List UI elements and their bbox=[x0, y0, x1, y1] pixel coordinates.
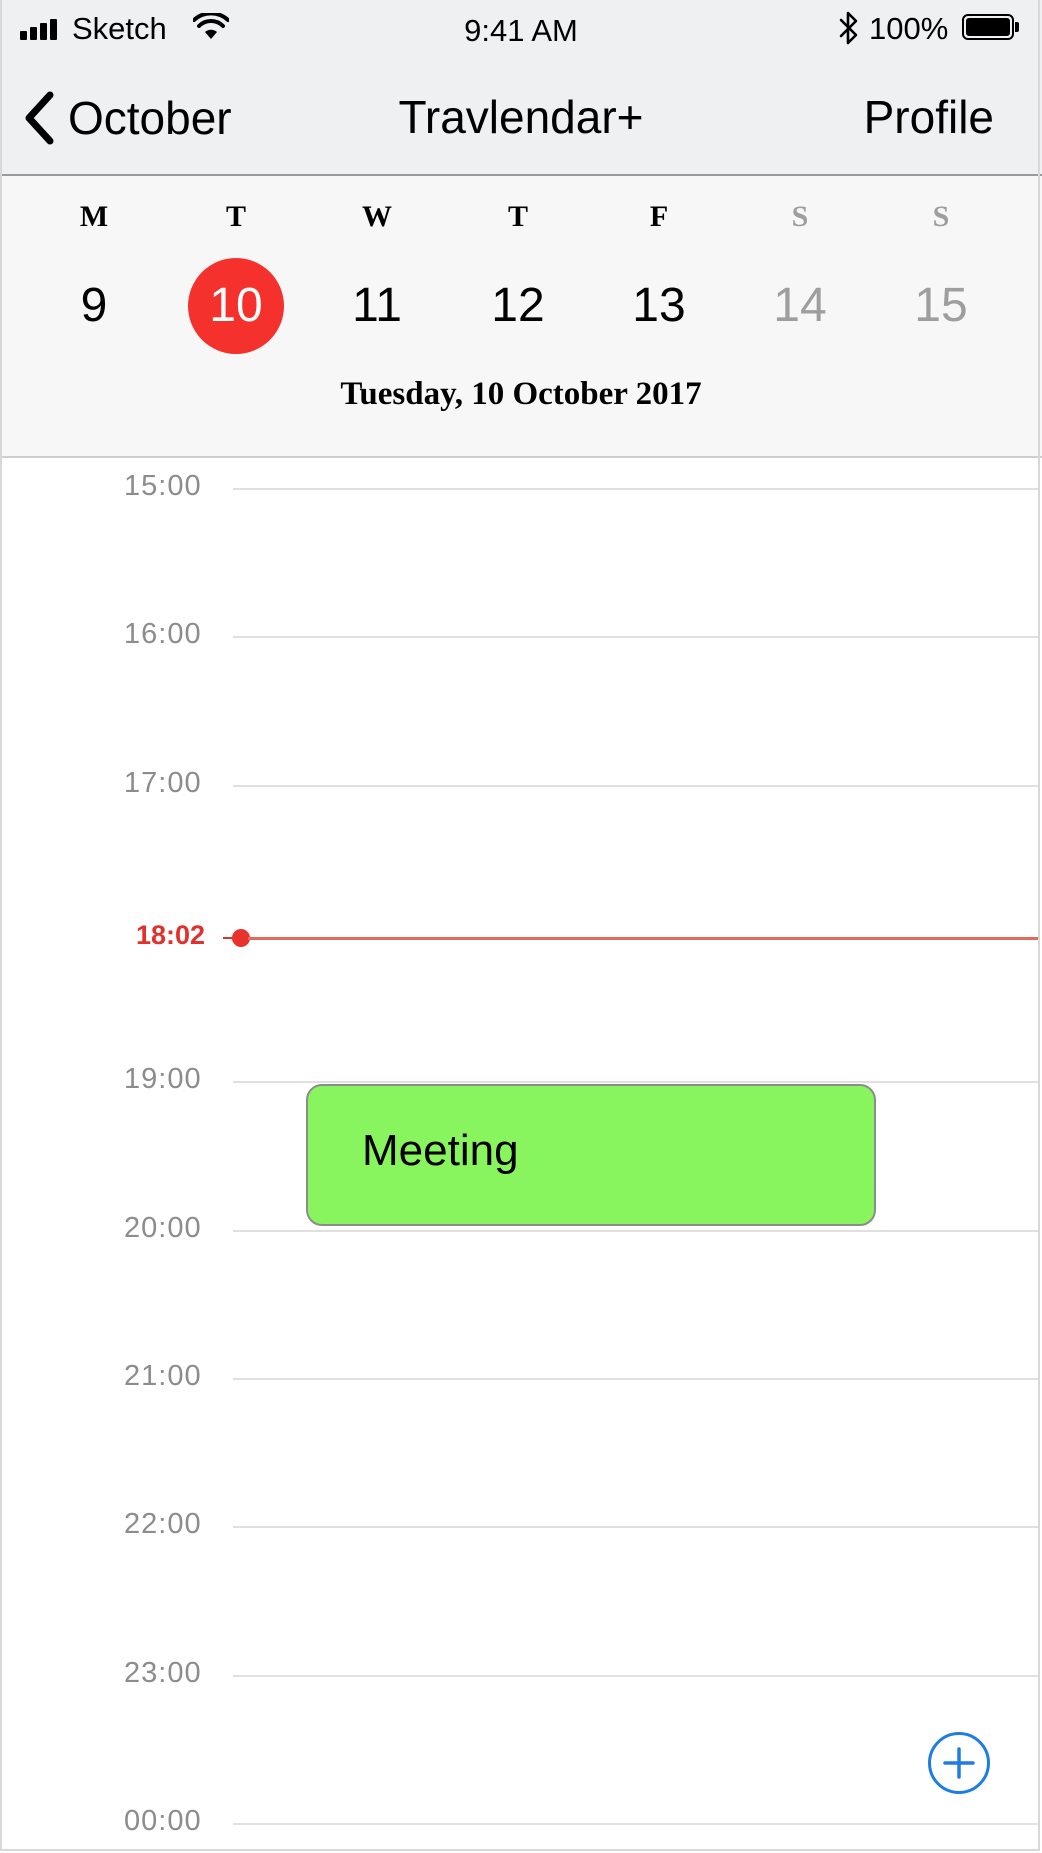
navigation-bar: October Travlendar+ Profile bbox=[0, 60, 1042, 176]
day-letter: F bbox=[649, 200, 669, 233]
day-monday[interactable]: M 9 bbox=[34, 176, 154, 376]
hour-label: 22:00 bbox=[124, 1508, 202, 1540]
plus-icon bbox=[943, 1747, 975, 1779]
day-saturday[interactable]: S 14 bbox=[740, 176, 860, 376]
selected-date-heading: Tuesday, 10 October 2017 bbox=[340, 376, 702, 412]
day-letter: W bbox=[362, 200, 392, 233]
hour-gridline bbox=[233, 785, 1040, 787]
day-letter: S bbox=[791, 200, 809, 233]
hour-gridline bbox=[233, 1675, 1040, 1677]
hour-label: 15:00 bbox=[124, 470, 202, 502]
hour-label: 23:00 bbox=[124, 1657, 202, 1689]
day-thursday[interactable]: T 12 bbox=[458, 176, 578, 376]
hour-gridline bbox=[233, 1081, 1040, 1083]
add-event-button[interactable] bbox=[928, 1732, 990, 1794]
hour-gridline bbox=[233, 1230, 1040, 1232]
hour-label: 00:00 bbox=[124, 1805, 202, 1837]
event-meeting[interactable]: Meeting bbox=[306, 1084, 876, 1226]
hour-gridline bbox=[233, 488, 1040, 490]
hour-label: 17:00 bbox=[124, 767, 202, 799]
day-timeline[interactable]: 15:00 16:00 17:00 18:02 19:00 20:00 21:0… bbox=[0, 458, 1042, 1853]
hour-label: 21:00 bbox=[124, 1360, 202, 1392]
day-number: 9 bbox=[80, 279, 108, 332]
current-time-line bbox=[248, 937, 1040, 940]
hour-gridline bbox=[233, 1823, 1040, 1825]
day-letter: T bbox=[507, 200, 528, 233]
day-number: 11 bbox=[352, 279, 402, 332]
hour-label: 20:00 bbox=[124, 1212, 202, 1244]
day-letter: S bbox=[932, 200, 950, 233]
current-time-label: 18:02 bbox=[136, 920, 206, 950]
hour-label: 16:00 bbox=[124, 618, 202, 650]
day-friday[interactable]: F 13 bbox=[599, 176, 719, 376]
day-sunday[interactable]: S 15 bbox=[881, 176, 1001, 376]
week-strip: M 9 T 10 W 11 T 12 F 13 S 14 S 15 Tuesda… bbox=[0, 176, 1042, 458]
bluetooth-icon bbox=[839, 11, 858, 45]
day-tuesday[interactable]: T 10 bbox=[176, 176, 296, 376]
event-title: Meeting bbox=[362, 1126, 519, 1175]
day-letter: T bbox=[225, 200, 246, 233]
battery-icon bbox=[962, 14, 1020, 40]
status-bar: Sketch 9:41 AM 100% bbox=[0, 0, 1042, 60]
day-number: 14 bbox=[773, 279, 827, 332]
hour-gridline bbox=[233, 636, 1040, 638]
day-number: 12 bbox=[491, 279, 545, 332]
hour-gridline bbox=[233, 1378, 1040, 1380]
hour-label: 19:00 bbox=[124, 1063, 202, 1095]
day-wednesday[interactable]: W 11 bbox=[317, 176, 437, 376]
battery-percent: 100% bbox=[869, 11, 949, 46]
profile-button[interactable]: Profile bbox=[864, 90, 994, 144]
day-number: 15 bbox=[914, 279, 968, 332]
day-letter: M bbox=[79, 200, 109, 233]
day-number: 13 bbox=[632, 279, 686, 332]
hour-gridline bbox=[233, 1526, 1040, 1528]
day-number-selected: 10 bbox=[188, 258, 284, 354]
